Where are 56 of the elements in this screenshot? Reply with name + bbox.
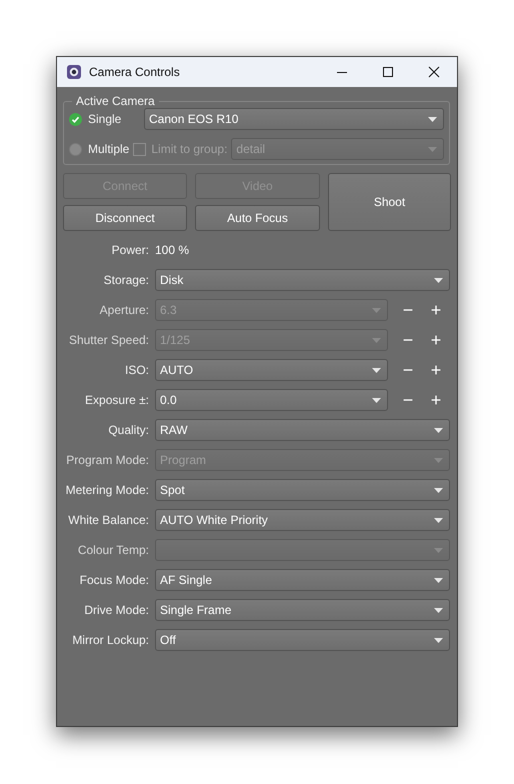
field-label: Exposure ±: <box>84 393 150 407</box>
maximize-icon[interactable] <box>382 66 394 78</box>
dropdown[interactable]: 0.0 <box>155 389 388 411</box>
field-label: Storage: <box>102 273 150 287</box>
dropdown-caret-icon <box>428 146 437 152</box>
power-value: 100 % <box>155 243 190 257</box>
field-label: Drive Mode: <box>83 603 150 617</box>
field-label: ISO: <box>124 363 150 377</box>
radio-label[interactable]: Multiple <box>88 142 130 156</box>
dropdown[interactable]: Canon EOS R10 <box>144 108 444 130</box>
dropdown-caret-icon <box>434 548 443 552</box>
field-label: Aperture: <box>98 303 150 317</box>
field-label: Program Mode: <box>65 453 150 467</box>
group-title: Active Camera <box>72 94 159 108</box>
dropdown-caret-icon <box>428 116 437 122</box>
field-label: Focus Mode: <box>78 573 150 587</box>
dropdown-caret-icon <box>434 458 443 462</box>
dropdown-caret-icon <box>434 488 443 492</box>
dropdown-caret-icon <box>434 518 443 522</box>
dropdown[interactable]: AUTO White Priority <box>155 509 450 531</box>
field-label: Quality: <box>107 423 150 437</box>
camera-icon <box>67 65 81 79</box>
dropdown[interactable]: AUTO <box>155 359 388 381</box>
dropdown[interactable]: AF Single <box>155 569 450 591</box>
increment-button[interactable]: + <box>422 359 450 381</box>
window-title: Camera Controls <box>89 65 181 79</box>
dropdown-caret-icon <box>434 578 443 582</box>
close-icon[interactable] <box>428 66 440 78</box>
dropdown-caret-icon <box>372 308 381 312</box>
dropdown-caret-icon <box>434 638 443 642</box>
dropdown[interactable]: Single Frame <box>155 599 450 621</box>
decrement-button[interactable]: − <box>394 359 422 381</box>
radio-button[interactable] <box>69 112 82 126</box>
radio-button[interactable] <box>69 142 82 156</box>
action-button[interactable]: Auto Focus <box>195 205 320 231</box>
dropdown[interactable]: Spot <box>155 479 450 501</box>
field-label: Shutter Speed: <box>68 333 150 347</box>
dropdown-caret-icon <box>372 398 381 402</box>
dropdown-caret-icon <box>434 608 443 612</box>
dropdown[interactable]: Off <box>155 629 450 651</box>
field-label: White Balance: <box>67 513 150 527</box>
field-label: Metering Mode: <box>64 483 150 497</box>
shoot-button[interactable]: Shoot <box>328 173 451 231</box>
dropdown[interactable]: RAW <box>155 419 450 441</box>
radio-label[interactable]: Single <box>88 112 140 126</box>
dropdown[interactable]: Disk <box>155 269 450 291</box>
field-label: Power: <box>110 243 150 257</box>
increment-button[interactable]: + <box>422 389 450 411</box>
dropdown-caret-icon <box>434 428 443 432</box>
dropdown-caret-icon <box>434 278 443 282</box>
dropdown-caret-icon <box>372 368 381 372</box>
dropdown-caret-icon <box>372 338 381 342</box>
field-label: Mirror Lockup: <box>71 633 150 647</box>
field-label: Colour Temp: <box>76 543 150 557</box>
action-button[interactable]: Disconnect <box>63 205 187 231</box>
decrement-button[interactable]: − <box>394 389 422 411</box>
